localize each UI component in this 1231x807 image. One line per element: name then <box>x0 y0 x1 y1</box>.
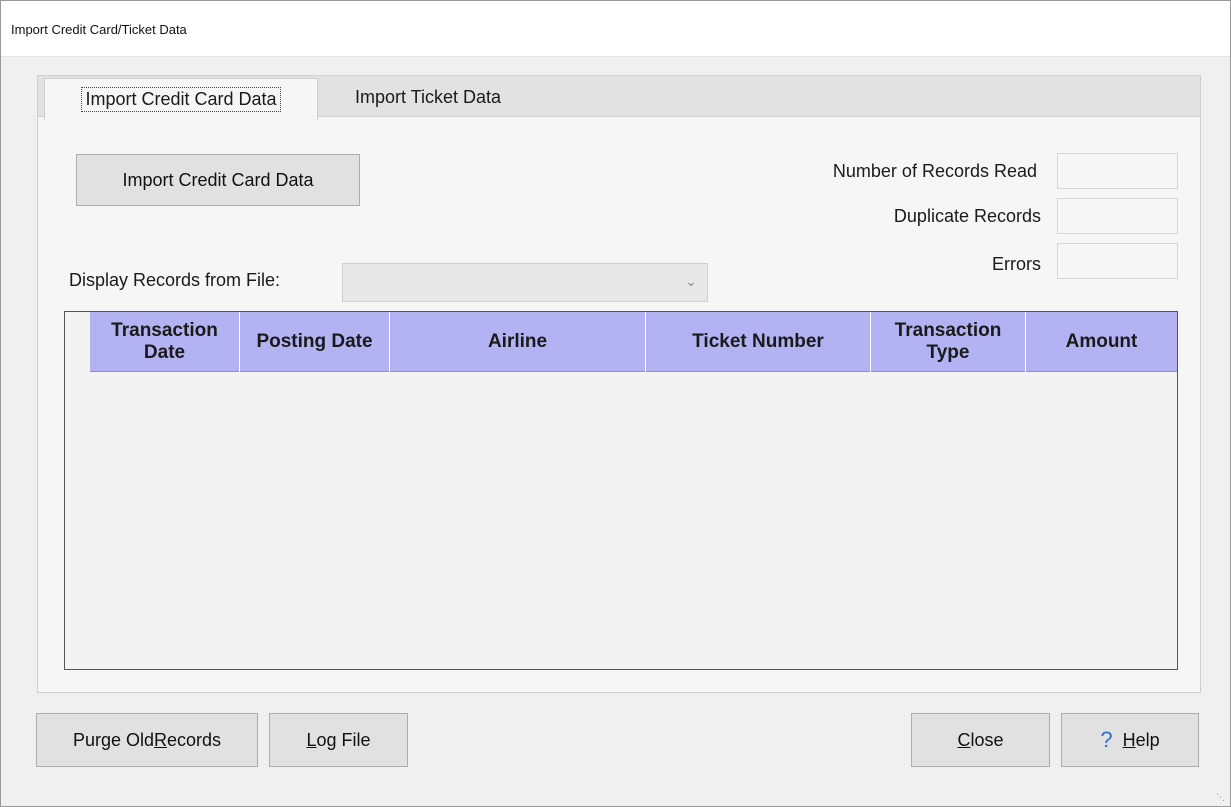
records-grid[interactable]: Transaction Date Posting Date Airline Ti… <box>64 311 1178 670</box>
log-mnemonic: L <box>306 729 317 750</box>
column-header-transaction-date[interactable]: Transaction Date <box>90 312 240 372</box>
column-header-airline[interactable]: Airline <box>390 312 646 372</box>
help-suffix: elp <box>1135 729 1160 750</box>
tab-import-ticket-data[interactable]: Import Ticket Data <box>328 76 528 118</box>
column-header-posting-date[interactable]: Posting Date <box>240 312 390 372</box>
tab-label: Import Ticket Data <box>354 86 502 107</box>
purge-suffix: ecords <box>167 729 222 750</box>
tab-strip: Import Credit Card Data Import Ticket Da… <box>37 75 1201 120</box>
title-bar: Import Credit Card/Ticket Data <box>1 1 1230 57</box>
errors-field <box>1057 243 1178 279</box>
column-header-transaction-type[interactable]: Transaction Type <box>871 312 1026 372</box>
help-question-icon: ? <box>1100 727 1113 752</box>
display-records-label: Display Records from File: <box>69 270 281 290</box>
log-file-button[interactable]: Log File <box>269 713 408 767</box>
column-header-amount[interactable]: Amount <box>1026 312 1177 372</box>
resize-grip-icon[interactable]: ⋱ <box>1216 792 1226 802</box>
records-read-field <box>1057 153 1178 189</box>
close-button[interactable]: Close <box>911 713 1050 767</box>
duplicate-records-field <box>1057 198 1178 234</box>
records-read-label: Number of Records Read <box>832 161 1037 181</box>
column-header-ticket-number[interactable]: Ticket Number <box>646 312 871 372</box>
import-credit-card-data-button[interactable]: Import Credit Card Data <box>76 154 360 206</box>
help-mnemonic: H <box>1122 729 1136 750</box>
purge-old-records-button[interactable]: Purge Old Records <box>36 713 258 767</box>
import-dialog-window: Import Credit Card/Ticket Data Import Cr… <box>0 0 1231 807</box>
close-mnemonic: C <box>957 729 971 750</box>
errors-label: Errors <box>992 254 1041 274</box>
grid-header: Transaction Date Posting Date Airline Ti… <box>90 312 1177 372</box>
help-button[interactable]: ? Help <box>1061 713 1199 767</box>
tab-import-credit-card-data[interactable]: Import Credit Card Data <box>44 78 318 120</box>
duplicate-records-label: Duplicate Records <box>893 206 1041 226</box>
chevron-down-icon: ⌄ <box>685 273 697 289</box>
window-title: Import Credit Card/Ticket Data <box>11 22 187 37</box>
log-suffix: og File <box>316 729 371 750</box>
display-records-select[interactable]: ⌄ <box>342 263 708 302</box>
tab-label: Import Credit Card Data <box>81 87 281 112</box>
close-suffix: lose <box>970 729 1004 750</box>
purge-mnemonic: R <box>154 729 167 750</box>
purge-prefix: Purge Old <box>72 729 154 750</box>
